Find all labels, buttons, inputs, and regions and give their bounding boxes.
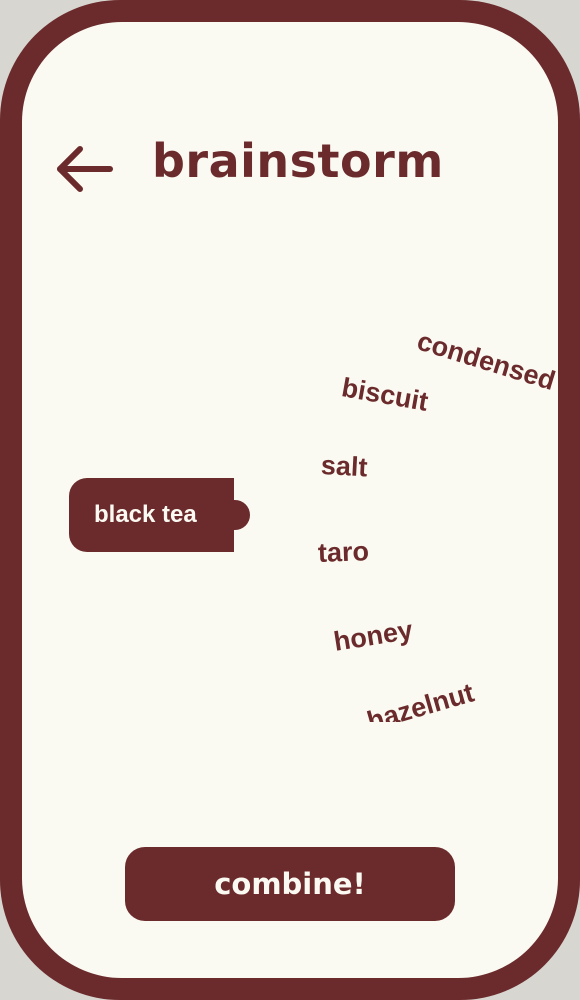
suggestion-word[interactable]: condensed milk [413,326,558,415]
suggestion-word[interactable]: salt [320,450,368,483]
suggestion-wheel[interactable]: condensed milk biscuit salt taro honey h… [202,292,558,722]
suggestion-word[interactable]: honey [332,615,415,658]
suggestion-word[interactable]: peanut [526,689,558,722]
phone-frame: brainstorm black tea condensed milk bisc… [0,0,580,1000]
suggestion-word[interactable]: taro [317,536,369,569]
suggestion-word[interactable]: hazelnut [364,677,478,722]
selected-ingredient-label: black tea [94,501,197,528]
suggestion-word[interactable]: biscuit [339,372,430,418]
combine-button[interactable]: combine! [125,847,455,921]
app-screen: brainstorm black tea condensed milk bisc… [22,22,558,978]
back-arrow-icon[interactable] [56,144,114,194]
page-title: brainstorm [152,134,444,188]
